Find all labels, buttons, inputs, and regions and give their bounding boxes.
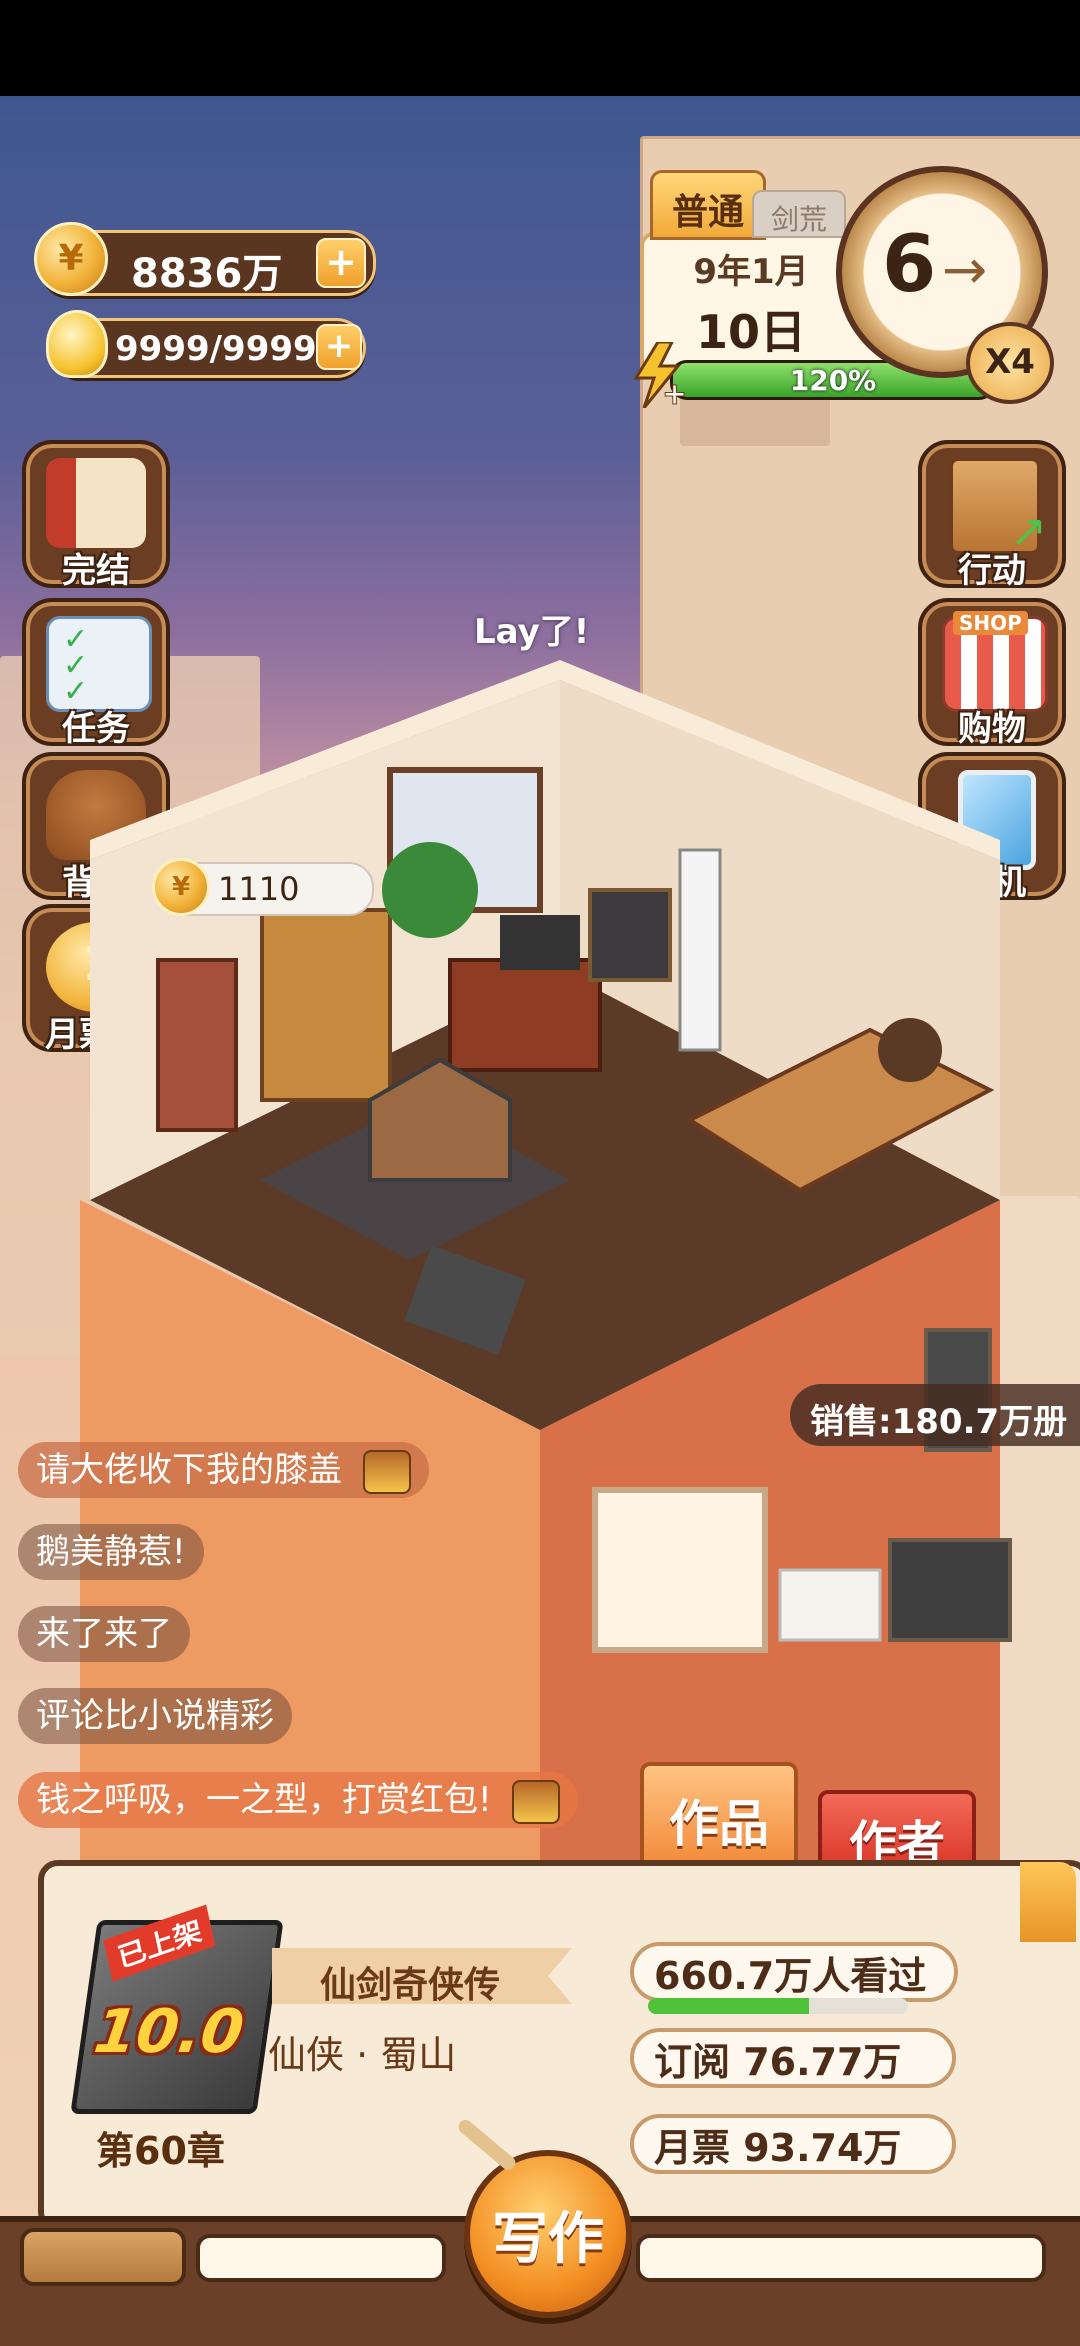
chat-message: 评论比小说精彩 xyxy=(18,1688,292,1744)
isometric-room xyxy=(80,660,1012,1960)
lightning-plus-icon[interactable]: + xyxy=(628,340,688,413)
coin-bubble-amount: 1110 xyxy=(218,870,300,908)
monitor xyxy=(500,915,580,970)
plant xyxy=(382,842,478,938)
chapter-label: 第60章 xyxy=(96,2129,225,2173)
speed-label: X4 xyxy=(985,342,1035,382)
svg-text:+: + xyxy=(662,377,686,408)
write-button[interactable]: 写作 xyxy=(464,2150,632,2318)
tab-works[interactable]: 作品 xyxy=(640,1762,798,1870)
coin-bubble-icon: ¥ xyxy=(152,858,210,916)
wall-tv xyxy=(888,1538,1012,1642)
subscriptions-stat: 订阅 76.77万 xyxy=(630,2028,956,2088)
monthly-tickets-text: 月票 93.74万 xyxy=(654,2126,902,2170)
desk xyxy=(448,958,602,1072)
coin-amount: 8836万 xyxy=(131,251,283,297)
room-door xyxy=(156,958,238,1132)
chat-message: 钱之呼吸，一之型，打赏红包! xyxy=(18,1772,579,1828)
energy-amount: 9999/9999 xyxy=(115,329,317,369)
treasure-chest-icon[interactable] xyxy=(362,1449,411,1494)
book-title: 仙剑奇侠传 xyxy=(319,1965,500,2006)
menu-action-label: 行动 xyxy=(958,551,1026,591)
tower-fan xyxy=(678,848,722,1052)
add-energy-button[interactable]: + xyxy=(316,324,362,370)
chat-message: 来了来了 xyxy=(18,1606,190,1662)
book-genre: 仙侠 · 蜀山 xyxy=(268,2033,457,2077)
sales-badge: 销售:180.7万册 xyxy=(790,1384,1080,1446)
mode-tab[interactable]: 普通 xyxy=(650,170,766,240)
viewers-progress xyxy=(648,1998,908,2014)
menu-finished-button[interactable]: 完结 xyxy=(22,440,170,591)
mode-tab-alt[interactable]: 剑荒 xyxy=(752,190,846,238)
chat-message: 请大佬收下我的膝盖 xyxy=(18,1442,429,1498)
book-score: 10.0 xyxy=(89,1997,248,2067)
book-icon xyxy=(46,458,146,548)
chat-text: 来了来了 xyxy=(36,1614,172,1654)
air-conditioner xyxy=(778,1568,882,1642)
shop-sign: SHOP xyxy=(953,611,1028,635)
mode-alt-label: 剑荒 xyxy=(770,203,827,236)
write-button-label: 写作 xyxy=(492,2207,604,2272)
coin-icon: ¥ xyxy=(34,222,108,296)
menu-action-button[interactable]: ↗ 行动 xyxy=(918,440,1066,591)
bookcase xyxy=(260,908,392,1102)
speech-text: Lay了! xyxy=(474,612,590,652)
panel-corner-ribbon xyxy=(1020,1862,1076,1942)
status-bar xyxy=(0,0,1080,96)
bottom-tab-mid[interactable] xyxy=(196,2234,446,2282)
viewers-text: 660.7万人看过 xyxy=(654,1954,927,1998)
lightbulb-icon xyxy=(46,310,108,378)
building-window xyxy=(592,1487,768,1653)
subscriptions-text: 订阅 76.77万 xyxy=(654,2040,902,2084)
door-icon: ↗ xyxy=(950,458,1047,557)
tab-works-label: 作品 xyxy=(669,1795,769,1853)
year-month: 9年1月 xyxy=(693,252,809,292)
arrow-right-icon: → xyxy=(942,238,988,301)
chat-text: 鹅美静惹! xyxy=(36,1532,186,1572)
speed-badge[interactable]: X4 xyxy=(966,322,1054,404)
viewers-stat: 660.7万人看过 xyxy=(630,1942,958,2002)
sales-text: 销售:180.7万册 xyxy=(810,1402,1068,1442)
chat-text: 评论比小说精彩 xyxy=(36,1696,274,1736)
sleeping-character xyxy=(878,1018,942,1082)
book-cover[interactable]: 已上架 10.0 xyxy=(70,1904,284,2114)
chat-message: 鹅美静惹! xyxy=(18,1524,204,1580)
book-title-ribbon: 仙剑奇侠传 xyxy=(272,1948,572,2004)
monthly-tickets-stat: 月票 93.74万 xyxy=(630,2114,956,2174)
bottom-tab-left[interactable] xyxy=(20,2228,186,2286)
bottom-tab-right[interactable] xyxy=(636,2234,1046,2282)
clock-number: 6 xyxy=(882,220,937,310)
add-coins-button[interactable]: + xyxy=(316,238,366,288)
chat-text: 钱之呼吸，一之型，打赏红包! xyxy=(36,1780,492,1820)
mode-label: 普通 xyxy=(671,192,744,233)
viewers-progress-fill xyxy=(648,1998,810,2014)
menu-finished-label: 完结 xyxy=(62,551,130,591)
chair xyxy=(588,888,672,982)
treasure-chest-icon[interactable] xyxy=(512,1779,561,1824)
chat-text: 请大佬收下我的膝盖 xyxy=(36,1450,342,1490)
